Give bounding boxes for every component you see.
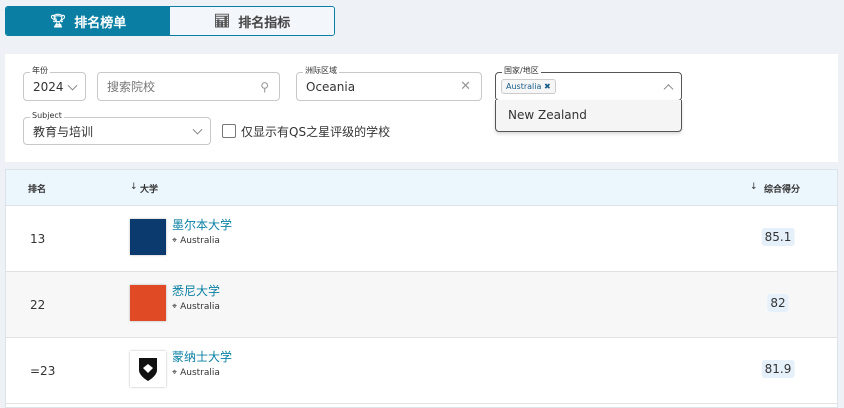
score-badge: 81.9: [761, 360, 795, 378]
search-input[interactable]: 搜索院校 ⚲: [97, 72, 280, 101]
filter-panel: [5, 54, 838, 162]
university-name-link[interactable]: 悉尼大学: [172, 282, 220, 299]
table-row[interactable]: 13 墨尔本大学 ⌖ Australia 85.1: [6, 206, 837, 272]
location-pin-icon: ⌖: [172, 236, 178, 246]
university-name-link[interactable]: 墨尔本大学: [172, 216, 232, 233]
search-icon: ⚲: [260, 79, 269, 94]
clear-icon[interactable]: ✕: [460, 79, 471, 94]
table-row[interactable]: =23 蒙纳士大学 ⌖ Australia 81.9: [6, 338, 837, 404]
tab-rankings[interactable]: 🏆︎ 排名榜单: [6, 7, 170, 35]
country-select[interactable]: 国家/地区 Australia ✖: [495, 66, 682, 101]
table-header: 排名 ↓ 大学 ↓ 综合得分: [6, 170, 837, 206]
university-logo[interactable]: [130, 219, 166, 255]
bar-chart-icon: 📊︎: [213, 13, 231, 29]
close-icon[interactable]: ✖: [544, 82, 551, 91]
qs-stars-checkbox[interactable]: [222, 124, 236, 138]
rank: 22: [30, 298, 46, 312]
dropdown-option[interactable]: New Zealand: [508, 108, 669, 122]
qs-stars-label[interactable]: 仅显示有QS之星评级的学校: [241, 123, 390, 140]
year-select[interactable]: 年份 2024: [23, 66, 86, 101]
header-university[interactable]: 大学: [140, 182, 158, 195]
score-badge: 82: [767, 294, 789, 312]
score-badge: 85.1: [761, 228, 795, 246]
country: Australia: [180, 302, 220, 312]
country: Australia: [180, 236, 220, 246]
chevron-up-icon: [663, 83, 674, 94]
rankings-table: 排名 ↓ 大学 ↓ 综合得分 13 墨尔本大学 ⌖ Australia 85.1 2…: [5, 169, 838, 408]
university-name-link[interactable]: 蒙纳士大学: [172, 348, 232, 365]
trophy-icon: 🏆︎: [49, 13, 67, 29]
location-pin-icon: ⌖: [172, 302, 178, 312]
rank: 13: [30, 232, 46, 246]
sort-arrow-icon[interactable]: ↓: [130, 182, 138, 192]
view-tabs: 🏆︎ 排名榜单 📊︎ 排名指标: [5, 6, 335, 36]
university-logo[interactable]: [130, 351, 166, 387]
location-pin-icon: ⌖: [172, 368, 178, 378]
chevron-down-icon: [192, 124, 203, 135]
header-rank[interactable]: 排名: [28, 182, 46, 195]
university-logo[interactable]: [130, 285, 166, 321]
tab-indicators[interactable]: 📊︎ 排名指标: [170, 7, 334, 35]
sort-arrow-icon[interactable]: ↓: [750, 182, 758, 192]
country-chip[interactable]: Australia ✖: [501, 79, 556, 94]
subject-select[interactable]: Subject 教育与培训: [23, 111, 211, 145]
country: Australia: [180, 368, 220, 378]
table-row[interactable]: 22 悉尼大学 ⌖ Australia 82: [6, 272, 837, 338]
rank: =23: [30, 364, 56, 378]
region-select[interactable]: 洲际区域 Oceania ✕: [296, 66, 482, 101]
chevron-down-icon: [67, 80, 78, 91]
country-dropdown: New Zealand: [495, 100, 682, 132]
header-score[interactable]: 综合得分: [764, 182, 800, 195]
